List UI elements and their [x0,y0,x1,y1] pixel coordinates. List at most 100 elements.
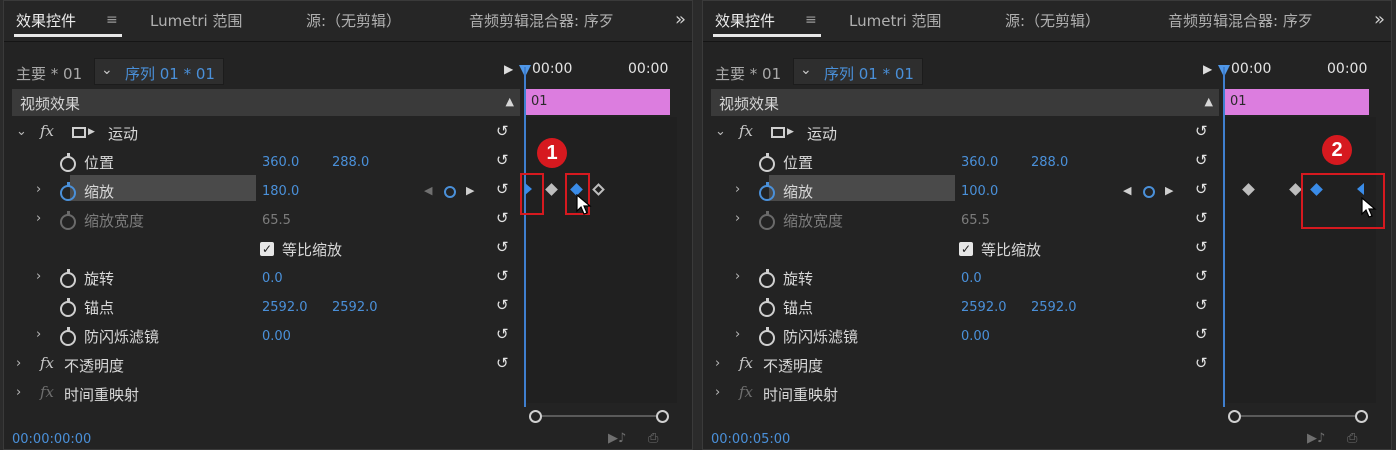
prev-keyframe-icon[interactable]: ◀ [1123,184,1131,197]
stopwatch-icon[interactable] [759,153,775,172]
chevron-right-icon[interactable]: › [36,327,41,342]
anti-flicker-value[interactable]: 0.00 [262,329,291,344]
chevron-right-icon[interactable]: › [16,356,21,371]
sequence-dropdown[interactable]: ⌄ 序列 01 * 01 [94,58,224,85]
uniform-scale-checkbox[interactable]: ✓ [959,242,973,256]
reset-icon[interactable]: ↺ [496,238,509,256]
collapse-up-icon[interactable]: ▲ [506,95,514,108]
reset-icon[interactable]: ↺ [496,180,509,198]
stopwatch-icon[interactable] [60,269,76,288]
reset-icon[interactable]: ↺ [1195,180,1208,198]
chevron-right-icon[interactable]: › [36,269,41,284]
position-x-value[interactable]: 360.0 [961,155,998,170]
tab-overflow-icon[interactable]: » [1374,9,1385,30]
position-x-value[interactable]: 360.0 [262,155,299,170]
play-audio-icon[interactable]: ▶♪ [1307,431,1325,446]
tab-audio-clip-mixer[interactable]: 音频剪辑混合器: 序歹 [1168,10,1313,31]
reset-icon[interactable]: ↺ [1195,122,1208,140]
anchor-x-value[interactable]: 2592.0 [961,300,1007,315]
fx-icon[interactable]: fx [739,354,753,372]
chevron-right-icon[interactable]: › [715,385,720,400]
chevron-right-icon[interactable]: › [735,269,740,284]
chevron-right-icon[interactable]: › [715,356,720,371]
scroll-handle-right[interactable] [1355,410,1368,423]
reset-icon[interactable]: ↺ [1195,209,1208,227]
reset-icon[interactable]: ↺ [496,209,509,227]
collapse-up-icon[interactable]: ▲ [1205,95,1213,108]
keyframe-timeline[interactable] [1224,117,1376,403]
uniform-scale-checkbox[interactable]: ✓ [260,242,274,256]
clip-bar[interactable]: 01 [525,89,670,115]
tab-source[interactable]: 源:（无剪辑） [1005,10,1100,31]
export-icon[interactable]: ⎙ [648,431,658,446]
stopwatch-icon[interactable] [60,327,76,346]
scroll-handle-right[interactable] [656,410,669,423]
chevron-right-icon[interactable]: › [36,211,41,226]
rotation-value[interactable]: 0.0 [961,271,982,286]
fx-icon[interactable]: fx [40,122,54,140]
chevron-down-icon[interactable]: ⌄ [16,124,27,139]
prev-keyframe-icon[interactable]: ◀ [424,184,432,197]
tab-effect-controls[interactable]: 效果控件 [16,10,76,31]
scroll-handle-left[interactable] [1228,410,1241,423]
motion-transform-icon[interactable] [771,127,785,138]
reset-icon[interactable]: ↺ [1195,296,1208,314]
tab-overflow-icon[interactable]: » [675,9,686,30]
add-keyframe-icon[interactable] [1143,186,1155,198]
tab-audio-clip-mixer[interactable]: 音频剪辑混合器: 序歹 [469,10,614,31]
scale-value[interactable]: 180.0 [262,184,299,199]
stopwatch-icon[interactable] [759,269,775,288]
position-y-value[interactable]: 288.0 [332,155,369,170]
reset-icon[interactable]: ↺ [496,151,509,169]
stopwatch-active-icon[interactable] [759,182,775,201]
reset-icon[interactable]: ↺ [1195,267,1208,285]
stopwatch-icon[interactable] [60,153,76,172]
fx-icon[interactable]: fx [40,354,54,372]
add-keyframe-icon[interactable] [444,186,456,198]
export-icon[interactable]: ⎙ [1347,431,1357,446]
tab-effect-controls[interactable]: 效果控件 [715,10,775,31]
current-timecode[interactable]: 00:00:05:00 [711,432,790,447]
chevron-down-icon[interactable]: ⌄ [715,124,726,139]
scroll-handle-left[interactable] [529,410,542,423]
reset-icon[interactable]: ↺ [1195,151,1208,169]
tab-source[interactable]: 源:（无剪辑） [306,10,401,31]
anchor-y-value[interactable]: 2592.0 [332,300,378,315]
reset-icon[interactable]: ↺ [496,267,509,285]
play-audio-icon[interactable]: ▶♪ [608,431,626,446]
play-only-icon[interactable]: ▶ [1203,62,1212,76]
next-keyframe-icon[interactable]: ▶ [466,184,474,197]
reset-icon[interactable]: ↺ [496,122,509,140]
tab-lumetri-scopes[interactable]: Lumetri 范围 [849,10,941,31]
reset-icon[interactable]: ↺ [1195,325,1208,343]
stopwatch-active-icon[interactable] [60,182,76,201]
reset-icon[interactable]: ↺ [496,354,509,372]
chevron-right-icon[interactable]: › [735,211,740,226]
tab-lumetri-scopes[interactable]: Lumetri 范围 [150,10,242,31]
clip-bar[interactable]: 01 [1224,89,1369,115]
next-keyframe-icon[interactable]: ▶ [1165,184,1173,197]
current-timecode[interactable]: 00:00:00:00 [12,432,91,447]
motion-transform-icon[interactable] [72,127,86,138]
sequence-dropdown[interactable]: ⌄ 序列 01 * 01 [793,58,923,85]
fx-icon[interactable]: fx [739,122,753,140]
timeline-scrollbar[interactable] [525,409,673,423]
play-only-icon[interactable]: ▶ [504,62,513,76]
chevron-right-icon[interactable]: › [16,385,21,400]
timeline-scrollbar[interactable] [1224,409,1372,423]
stopwatch-icon[interactable] [759,298,775,317]
master-clip-label[interactable]: 主要 * 01 [715,63,781,84]
reset-icon[interactable]: ↺ [496,325,509,343]
rotation-value[interactable]: 0.0 [262,271,283,286]
chevron-right-icon[interactable]: › [36,182,41,197]
reset-icon[interactable]: ↺ [1195,238,1208,256]
reset-icon[interactable]: ↺ [496,296,509,314]
reset-icon[interactable]: ↺ [1195,354,1208,372]
anchor-x-value[interactable]: 2592.0 [262,300,308,315]
chevron-right-icon[interactable]: › [735,327,740,342]
stopwatch-icon[interactable] [60,298,76,317]
panel-menu-icon[interactable]: ≡ [805,12,817,28]
scale-value[interactable]: 100.0 [961,184,998,199]
chevron-right-icon[interactable]: › [735,182,740,197]
panel-menu-icon[interactable]: ≡ [106,12,118,28]
